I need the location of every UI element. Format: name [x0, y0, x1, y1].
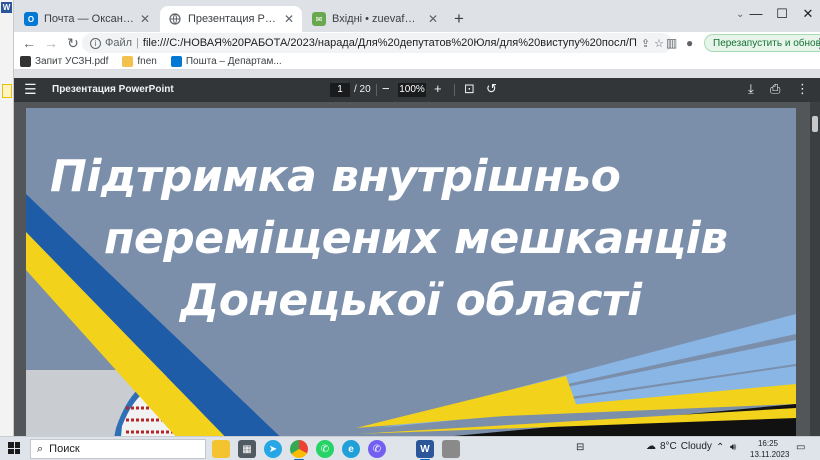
search-icon: ⌕ — [37, 442, 44, 455]
info-icon[interactable]: i — [90, 37, 101, 49]
pdf-document-title: Презентация PowerPoint — [52, 84, 174, 95]
new-tab-button[interactable]: + — [454, 10, 464, 27]
word-app-icon: W — [1, 2, 12, 13]
forward-arrow-icon[interactable]: → — [40, 35, 62, 51]
background-word-window: W — [0, 0, 14, 436]
word-icon[interactable]: W — [416, 440, 434, 460]
chrome-icon[interactable] — [290, 440, 308, 460]
tab-presentation[interactable]: Презентация PowerPoint ✕ — [160, 6, 302, 32]
outlook-icon — [170, 56, 182, 67]
pdf-page-slide: Підтримка внутрішньо переміщених мешканц… — [26, 108, 796, 436]
bookmark-outlook-department[interactable]: Пошта – Департам... — [170, 56, 282, 67]
unknown-app-icon[interactable] — [442, 440, 460, 458]
pdf-icon — [20, 56, 31, 67]
telegram-icon[interactable]: ➤ — [264, 440, 282, 458]
side-panel-icon[interactable]: ▥ — [666, 36, 677, 50]
url-text[interactable]: file:///C:/НОВАЯ%20РАБОТА/2023/нарада/Дл… — [143, 37, 637, 49]
taskbar-search-box[interactable]: ⌕ Поиск — [30, 439, 206, 459]
more-options-icon[interactable]: ⋮ — [796, 81, 809, 97]
slide-title-line-1: Підтримка внутрішньо — [50, 151, 621, 202]
download-icon[interactable]: ⤓ — [748, 81, 754, 97]
address-bar[interactable]: i Файл | file:///C:/НОВАЯ%20РАБОТА/2023/… — [82, 33, 672, 53]
windows-start-icon[interactable] — [8, 442, 20, 454]
word-notification-bar — [2, 84, 12, 98]
slide-title-line-3: Донецької області — [180, 275, 642, 326]
scrollbar-thumb[interactable] — [812, 116, 818, 132]
slide-ray-yellow-1 — [356, 376, 578, 428]
tab-ukrnet-mail[interactable]: ✉ Вхідні • zuevaf@ukr.net ✕ — [304, 6, 446, 32]
more-menu-icon[interactable]: ⋮ — [813, 35, 820, 52]
page-total: / 20 — [354, 84, 371, 95]
browser-tab-strip: O Почта — Оксана Зуева — Outl ✕ Презента… — [14, 0, 820, 32]
close-icon[interactable]: ✕ — [284, 12, 294, 26]
tab-outlook-mail[interactable]: O Почта — Оксана Зуева — Outl ✕ — [16, 6, 158, 32]
volume-icon[interactable]: 🔊︎ — [730, 442, 736, 453]
whatsapp-icon[interactable]: ✆ — [316, 440, 334, 458]
rotate-icon[interactable]: ↺ — [486, 81, 497, 97]
weather-widget[interactable]: ☁ 8°C Cloudy — [646, 441, 712, 452]
viber-icon[interactable]: ✆ — [368, 440, 386, 458]
globe-icon — [168, 12, 182, 26]
browser-toolbar: ← → ↻ i Файл | file:///C:/НОВАЯ%20РАБОТА… — [14, 32, 820, 54]
bookmark-fnen[interactable]: fnen — [122, 56, 157, 67]
chevron-up-icon[interactable]: ⌃ — [716, 442, 724, 453]
pdf-scrollbar[interactable] — [810, 102, 820, 436]
chevron-down-icon[interactable]: ⌄ — [736, 9, 744, 20]
close-icon[interactable]: ✕ — [428, 12, 438, 26]
close-icon[interactable]: ✕ — [140, 12, 150, 26]
notification-icon[interactable]: ▭ — [796, 442, 805, 453]
bookmark-star-icon[interactable]: ☆ — [654, 37, 664, 50]
taskbar-clock[interactable]: 16:25 13.11.2023 — [750, 438, 789, 460]
fit-to-page-icon[interactable]: ⊡ — [464, 81, 475, 97]
zoom-in-icon[interactable]: + — [434, 81, 442, 96]
pdf-content-area[interactable]: Підтримка внутрішньо переміщених мешканц… — [14, 102, 820, 436]
outlook-icon: O — [24, 12, 38, 26]
close-window-button[interactable]: ✕ — [798, 6, 818, 22]
profile-icon[interactable]: ● — [686, 36, 693, 50]
pdf-viewer-toolbar: ☰ Презентация PowerPoint 1 / 20 − 100% +… — [14, 78, 820, 102]
zoom-out-icon[interactable]: − — [382, 81, 390, 96]
print-icon[interactable]: ⎙ — [770, 81, 780, 97]
edge-icon[interactable]: e — [342, 440, 360, 458]
menu-icon[interactable]: ☰ — [24, 81, 37, 98]
folder-icon — [122, 56, 134, 67]
windows-taskbar: ⌕ Поиск ▦ ➤ ✆ e ✆ W ⊟ ☁ 8°C Cloudy ⌃ 🔊︎ … — [0, 436, 820, 460]
zoom-level-input[interactable]: 100% — [398, 83, 426, 97]
minimize-button[interactable]: — — [746, 6, 766, 21]
share-icon[interactable]: ⇪ — [641, 37, 650, 50]
back-arrow-icon[interactable]: ← — [18, 35, 40, 51]
bookmark-zapyt-uszn[interactable]: Запит УСЗН.pdf — [20, 56, 108, 67]
maximize-button[interactable]: ☐ — [772, 6, 792, 22]
tray-app-icon[interactable]: ⊟ — [576, 442, 584, 453]
relaunch-update-button[interactable]: Перезапустить и обновить — [704, 34, 820, 52]
file-explorer-icon[interactable] — [212, 440, 230, 458]
page-number-input[interactable]: 1 — [330, 83, 350, 97]
ukrnet-icon: ✉ — [312, 12, 326, 26]
bookmarks-bar: Запит УСЗН.pdf fnen Пошта – Департам... — [14, 54, 820, 70]
slide-title-line-2: переміщених мешканців — [104, 213, 728, 264]
reload-icon[interactable]: ↻ — [62, 35, 84, 52]
calculator-icon[interactable]: ▦ — [238, 440, 256, 458]
cloud-icon: ☁ — [646, 441, 656, 452]
